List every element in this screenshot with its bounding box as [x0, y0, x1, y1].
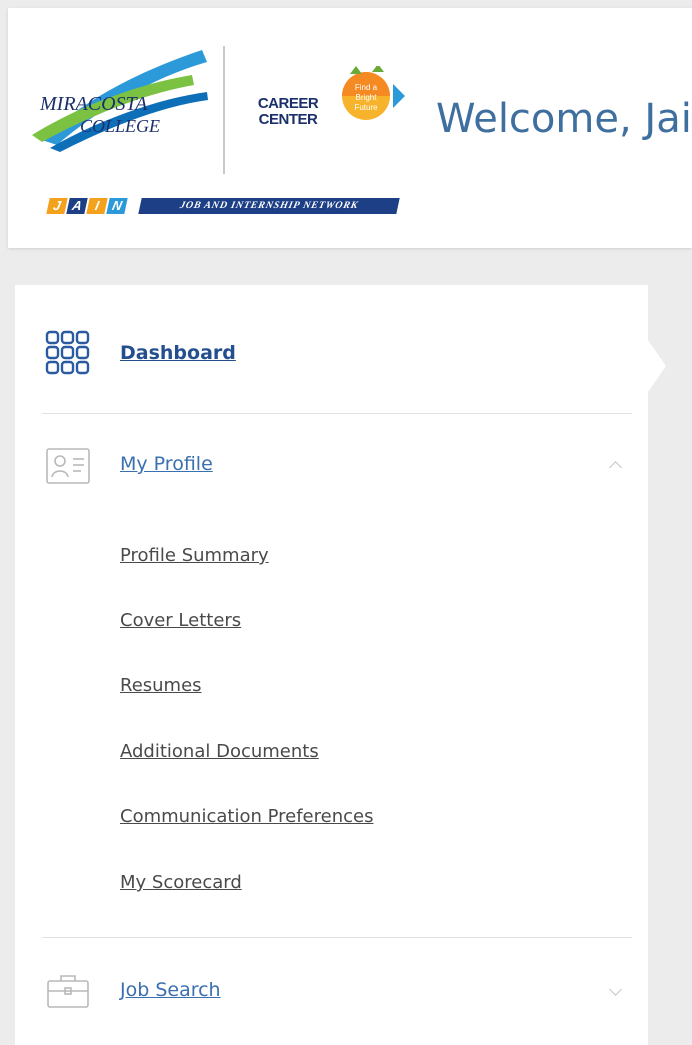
- nav-item-job-search[interactable]: Job Search: [15, 963, 648, 1023]
- grid-icon: [45, 330, 90, 375]
- submenu-resumes[interactable]: Resumes: [120, 675, 202, 696]
- header-divider: [223, 46, 225, 174]
- jain-letter: N: [106, 198, 128, 214]
- jain-letter: A: [66, 198, 88, 214]
- nav-label-job-search[interactable]: Job Search: [120, 979, 221, 1001]
- submenu-additional-documents[interactable]: Additional Documents: [120, 741, 319, 762]
- svg-text:COLLEGE: COLLEGE: [80, 116, 160, 136]
- nav-divider: [42, 937, 632, 938]
- welcome-heading: Welcome, Jain: [436, 96, 692, 142]
- jain-letter: J: [46, 198, 68, 214]
- nav-item-dashboard[interactable]: Dashboard: [15, 325, 648, 385]
- miracosta-college-logo[interactable]: MIRACOSTA COLLEGE: [22, 40, 212, 160]
- nav-label-my-profile[interactable]: My Profile: [120, 453, 213, 475]
- chevron-down-icon[interactable]: [609, 983, 622, 996]
- svg-text:Future: Future: [354, 103, 378, 112]
- jain-network-banner: J A I N JOB AND INTERNSHIP NETWORK: [46, 198, 400, 214]
- profile-icon: [46, 448, 90, 484]
- svg-text:Bright: Bright: [356, 93, 378, 102]
- svg-text:MIRACOSTA: MIRACOSTA: [39, 93, 148, 115]
- jain-letter: I: [86, 198, 108, 214]
- submenu-cover-letters[interactable]: Cover Letters: [120, 610, 241, 631]
- chevron-up-icon[interactable]: [609, 461, 622, 474]
- submenu-my-scorecard[interactable]: My Scorecard: [120, 872, 242, 893]
- jain-network-text: JOB AND INTERNSHIP NETWORK: [138, 198, 400, 214]
- site-header: MIRACOSTA COLLEGE Find a Bright Future C…: [8, 8, 692, 248]
- side-nav: Dashboard My Profile Profile Summary Cov…: [15, 285, 648, 1045]
- submenu-profile-summary[interactable]: Profile Summary: [120, 545, 269, 566]
- nav-label-dashboard[interactable]: Dashboard: [120, 342, 236, 364]
- nav-item-my-profile[interactable]: My Profile: [15, 435, 648, 495]
- briefcase-icon: [47, 975, 89, 1008]
- svg-text:Find a: Find a: [355, 83, 378, 92]
- nav-divider: [42, 413, 632, 414]
- active-item-pointer: [648, 340, 666, 392]
- submenu-communication-preferences[interactable]: Communication Preferences: [120, 806, 373, 827]
- career-center-label: CAREER CENTER: [257, 95, 319, 128]
